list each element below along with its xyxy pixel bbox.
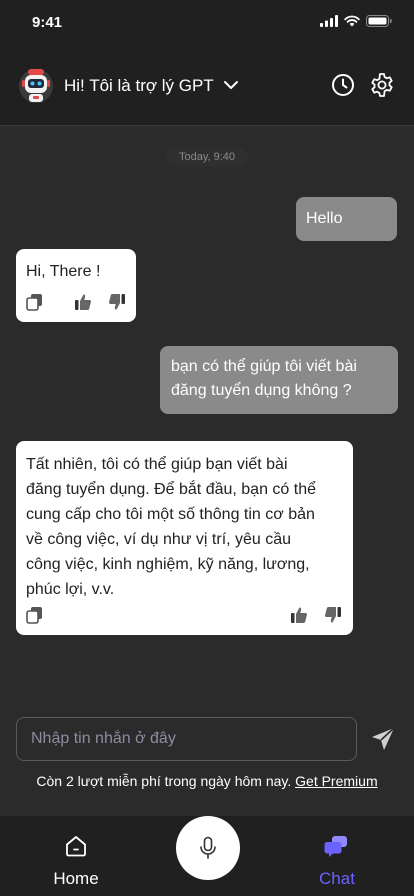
user-message: bạn có thể giúp tôi viết bài đăng tuyển … — [160, 346, 398, 414]
copy-icon[interactable] — [26, 293, 44, 311]
microphone-icon — [200, 836, 216, 859]
chat-thread[interactable]: Today, 9:40 Hello Hi, There ! bạn có thể… — [0, 127, 414, 707]
nav-chat[interactable]: Chat — [303, 834, 371, 890]
bottom-nav: Home Chat — [0, 816, 414, 896]
bot-message: Tất nhiên, tôi có thể giúp bạn viết bài … — [16, 441, 353, 635]
message-line: bạn có thể giúp tôi viết bài — [171, 358, 357, 375]
battery-icon — [366, 15, 392, 27]
message-line: Tất nhiên, tôi có thể giúp bạn viết bài — [26, 456, 288, 473]
cellular-signal-icon — [320, 15, 338, 27]
message-line: đăng tuyển dụng. Để bắt đầu, bạn có thể — [26, 481, 317, 498]
get-premium-link[interactable]: Get Premium — [295, 773, 377, 789]
message-text: Hi, There ! — [26, 263, 101, 280]
copy-icon[interactable] — [26, 606, 44, 624]
home-icon — [66, 836, 86, 857]
send-icon[interactable] — [370, 726, 396, 752]
thumbs-down-icon[interactable] — [324, 606, 342, 624]
thumbs-up-icon[interactable] — [290, 606, 308, 624]
user-message: Hello — [296, 197, 397, 241]
message-line: về công việc, ví dụ như vị trí, yêu cầu — [26, 531, 292, 548]
chat-timestamp: Today, 9:40 — [166, 147, 248, 167]
robot-avatar — [19, 69, 53, 103]
microphone-button[interactable] — [176, 816, 240, 880]
thumbs-up-icon[interactable] — [74, 293, 92, 311]
message-line: công việc, kinh nghiệm, kỹ năng, lương, — [26, 556, 310, 573]
chat-bubbles-icon — [324, 836, 347, 857]
chevron-down-icon[interactable] — [222, 77, 240, 93]
assistant-title[interactable]: Hi! Tôi là trợ lý GPT — [64, 76, 214, 96]
wifi-icon — [344, 15, 360, 27]
quota-text: Còn 2 lượt miễn phí trong ngày hôm nay. — [36, 773, 292, 789]
free-quota-note: Còn 2 lượt miễn phí trong ngày hôm nay. … — [0, 773, 414, 789]
status-time: 9:41 — [32, 14, 63, 31]
bot-message: Hi, There ! — [16, 249, 136, 322]
gear-icon[interactable] — [369, 72, 395, 98]
thumbs-down-icon[interactable] — [108, 293, 126, 311]
nav-home[interactable]: Home — [40, 834, 112, 890]
history-clock-icon[interactable] — [331, 73, 355, 97]
message-line: cung cấp cho tôi một số thông tin cơ bản — [26, 506, 315, 523]
message-text: Hello — [306, 210, 343, 227]
nav-home-label: Home — [53, 869, 99, 888]
status-bar: 9:41 — [0, 0, 414, 46]
status-icons — [320, 15, 392, 27]
nav-chat-label: Chat — [319, 869, 355, 888]
chat-header: Hi! Tôi là trợ lý GPT — [0, 46, 414, 126]
message-line: đăng tuyển dụng không ? — [171, 382, 352, 399]
message-line: phúc lợi, v.v. — [26, 581, 115, 598]
message-input[interactable] — [16, 717, 357, 761]
